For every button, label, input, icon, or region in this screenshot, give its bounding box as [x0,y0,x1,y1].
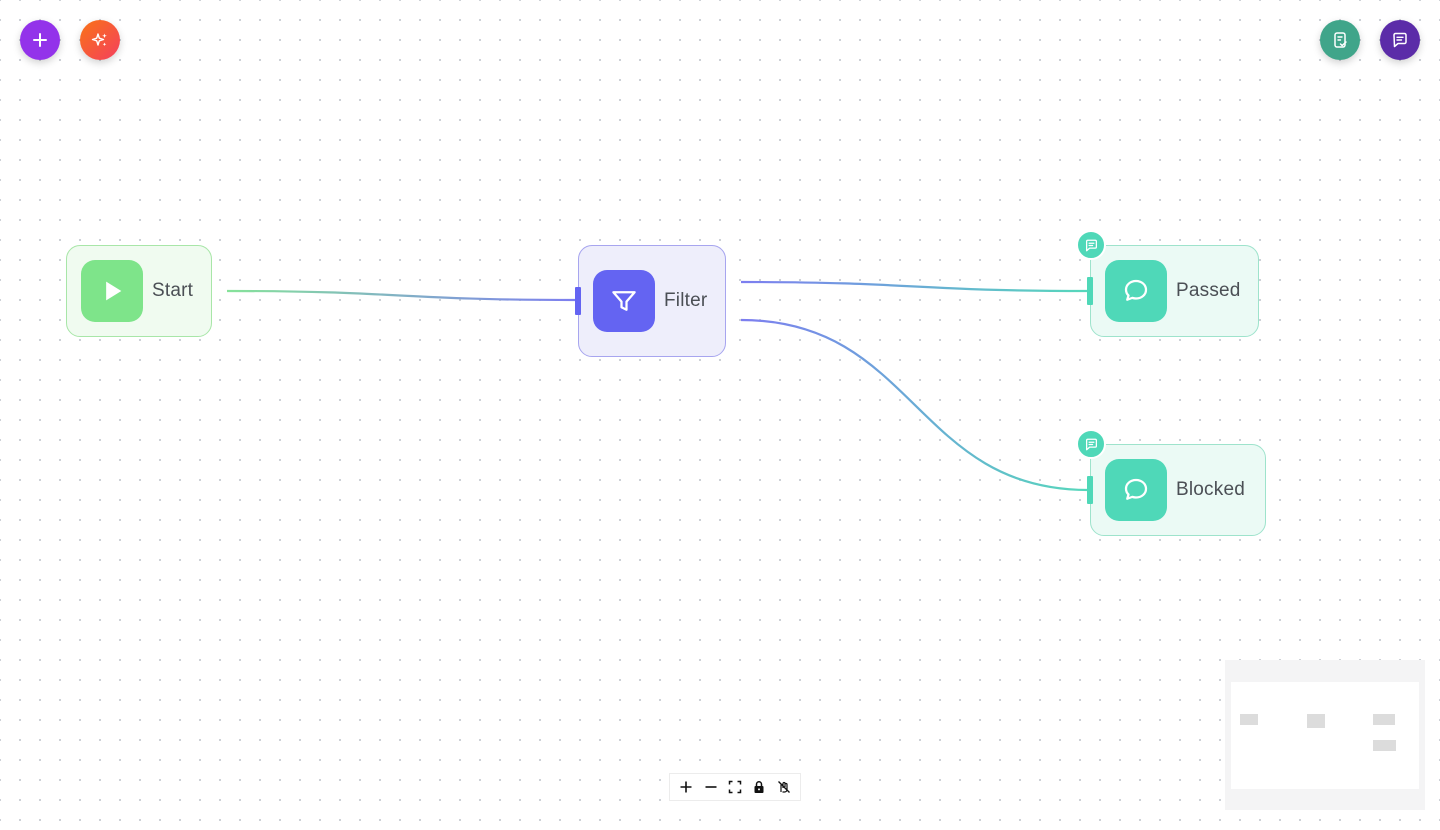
passed-node-label: Passed [1176,280,1241,301]
passed-input-handle[interactable] [1087,277,1093,305]
minimap-viewport [1231,682,1419,789]
fit-view-button[interactable] [724,776,746,798]
blocked-note-badge[interactable] [1076,429,1106,459]
filter-node-label: Filter [664,290,708,311]
minimap-node-blocked [1373,740,1396,751]
blocked-node[interactable]: Blocked [1090,444,1266,536]
chat-button[interactable] [1380,20,1420,60]
passed-node-icon-tile [1105,260,1167,322]
lock-icon [754,781,764,793]
add-node-button[interactable] [20,20,60,60]
zoom-out-button[interactable] [700,776,722,798]
play-icon [106,281,122,301]
minimap-node-start [1240,714,1258,725]
clipboard-check-icon [1334,32,1347,48]
fullscreen-icon [728,780,742,794]
message-circle-icon [1124,279,1148,301]
start-node-label: Start [152,280,194,301]
blocked-input-handle[interactable] [1087,476,1093,504]
start-node[interactable]: Start [66,245,212,337]
message-square-text-icon [1085,239,1097,251]
filter-node[interactable]: Filter [578,245,726,357]
lock-button[interactable] [748,776,770,798]
blocked-node-icon-tile [1105,459,1167,521]
filter-node-icon-tile [593,270,655,332]
edge-filter-passed[interactable] [740,280,1089,293]
minimap[interactable] [1225,660,1425,810]
plus-icon [33,33,47,47]
canvas-controls [669,773,801,801]
minimap-node-passed [1373,714,1395,725]
filter-input-handle[interactable] [575,287,581,315]
hand-off-icon [777,781,790,793]
start-node-icon-tile [81,260,143,322]
message-square-icon [1393,32,1407,48]
message-square-text-icon [1085,438,1097,450]
sparkles-icon [91,33,107,47]
passed-note-badge[interactable] [1076,230,1106,260]
edge-start-filter[interactable] [226,289,577,302]
edge-filter-blocked[interactable] [740,318,1089,492]
blocked-node-label: Blocked [1176,479,1245,500]
edges-layer [226,280,1089,492]
message-circle-icon [1124,478,1148,500]
zoom-in-button[interactable] [675,776,697,798]
funnel-icon [612,291,636,311]
passed-node[interactable]: Passed [1090,245,1259,337]
ai-assist-button[interactable] [80,20,120,60]
minimap-node-filter [1307,714,1325,728]
plus-icon [680,781,692,793]
minus-icon [705,786,717,788]
tasks-button[interactable] [1320,20,1360,60]
interaction-toggle-button[interactable] [773,776,795,798]
